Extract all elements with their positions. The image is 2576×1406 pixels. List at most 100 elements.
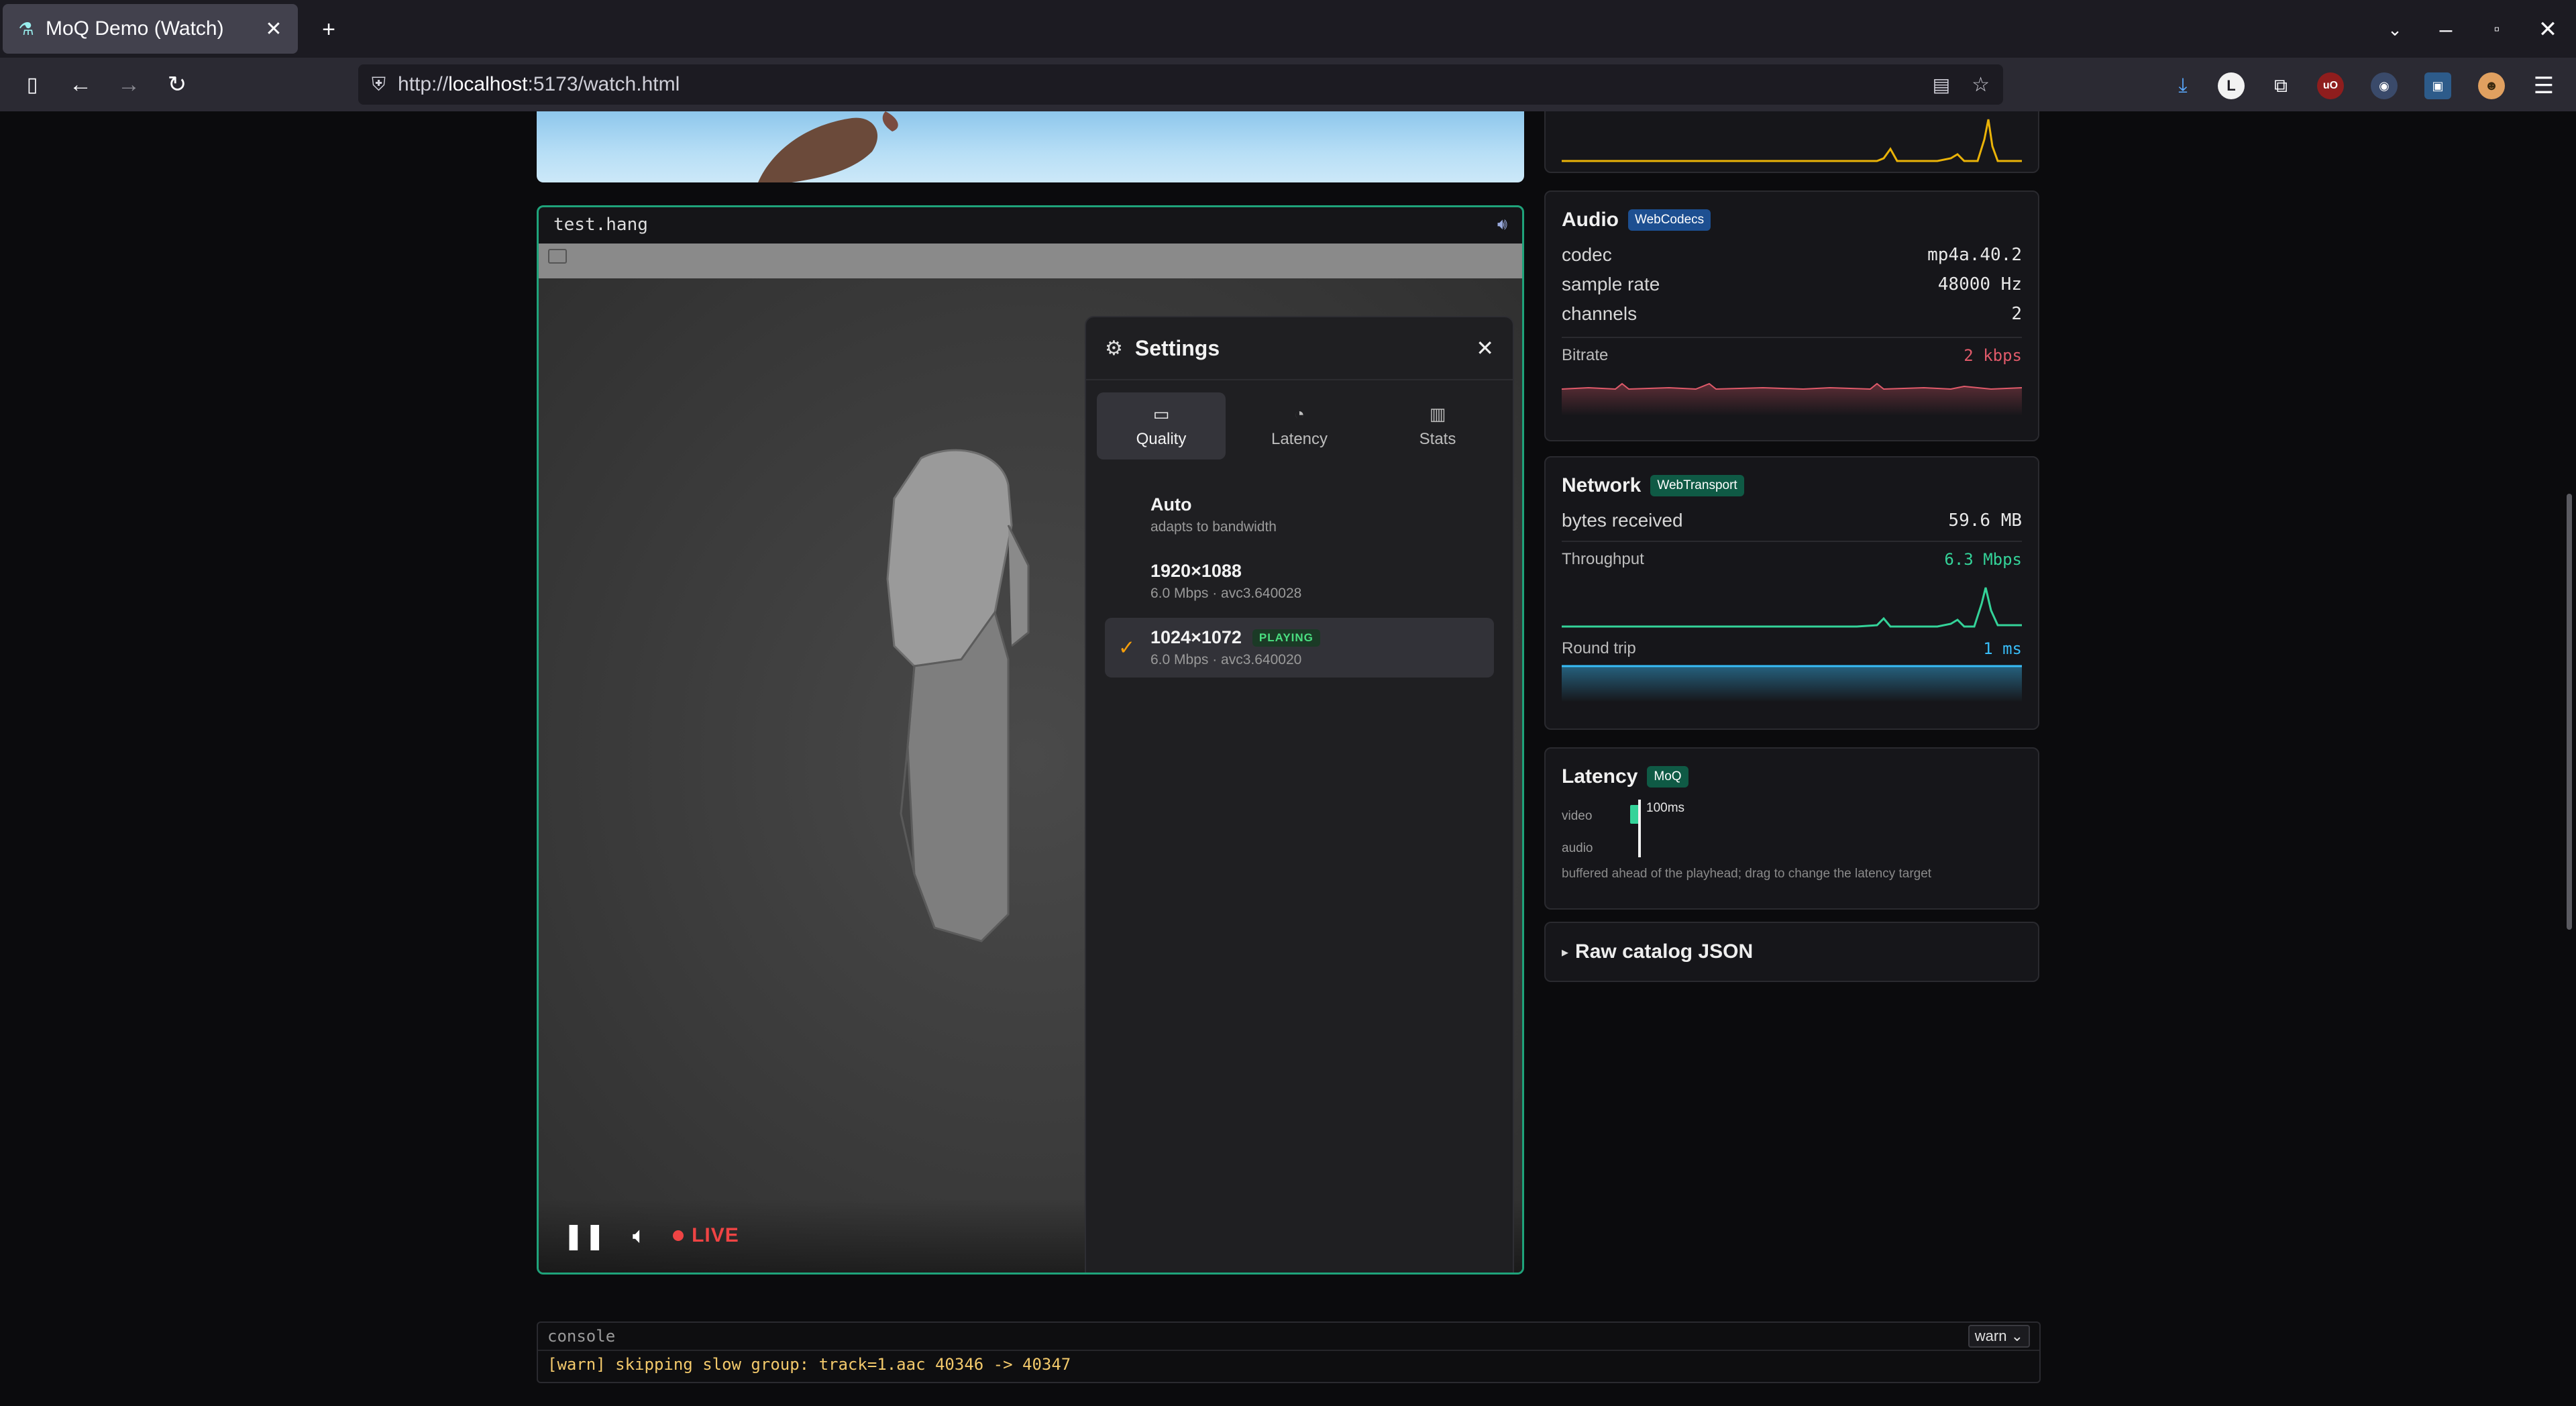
new-tab-icon[interactable]: + <box>314 15 343 44</box>
log-level-select[interactable]: warn ⌄ <box>1968 1325 2030 1348</box>
row-label: codec <box>1562 244 1612 265</box>
track-name: test.hang <box>553 215 648 235</box>
privacy-extension-icon[interactable]: ◉ <box>2371 72 2398 99</box>
minimize-window-icon[interactable]: – <box>2431 15 2461 44</box>
chevron-down-icon: ⌄ <box>2010 1328 2023 1344</box>
audio-bitrate-graph <box>1561 382 2023 416</box>
avatar-extension-icon[interactable]: ☻ <box>2478 72 2505 99</box>
tab-quality-label: Quality <box>1136 429 1187 448</box>
raw-catalog-toggle[interactable]: ▸ Raw catalog JSON <box>1544 922 2039 982</box>
audio-buffer-label: audio <box>1562 841 1593 855</box>
sidebar-toggle-icon[interactable]: ▯ <box>17 70 47 99</box>
row-label: channels <box>1562 303 1638 324</box>
settings-panel: ⚙ Settings ✕ ▭ Quality ◔ Latency ▥ Stats… <box>1085 316 1514 1273</box>
url-path: :5173/watch.html <box>527 73 680 95</box>
live-dot-icon <box>673 1230 684 1241</box>
live-indicator: LIVE <box>673 1224 739 1247</box>
extensions-puzzle-icon[interactable]: ⧉ <box>2266 71 2296 101</box>
latency-buffer-view[interactable]: video audio 100ms <box>1562 797 2022 864</box>
tab-latency-label: Latency <box>1271 429 1328 448</box>
pause-icon[interactable]: ❚❚ <box>563 1221 606 1251</box>
quality-option-label: 1024×1072 <box>1150 627 1242 647</box>
window-thumbnail-icon <box>548 249 567 264</box>
row-label: Round trip <box>1562 639 1636 657</box>
audio-rate-row: sample rate 48000 Hz <box>1562 270 2022 299</box>
close-settings-icon[interactable]: ✕ <box>1476 335 1494 361</box>
video-player[interactable]: test.hang 🔊︎ ❚❚ 🔈︎ LIVE ⚙ Settings ✕ ▭ Q… <box>537 205 1524 1275</box>
audio-bitrate-row: Bitrate 2 kbps <box>1562 342 2022 369</box>
quality-option-auto[interactable]: Auto adapts to bandwidth <box>1105 485 1494 545</box>
bytes-received-row: bytes received 59.6 MB <box>1562 506 2022 535</box>
latency-hint: buffered ahead of the playhead; drag to … <box>1562 867 1932 881</box>
console-panel: console warn ⌄ [warn] skipping slow grou… <box>537 1321 2041 1383</box>
row-value: 2 kbps <box>1964 346 2022 365</box>
bar-chart-icon: ▥ <box>1429 403 1446 424</box>
round-trip-row: Round trip 1 ms <box>1562 635 2022 662</box>
latency-card: Latency MoQ video audio 100ms buffered a… <box>1544 747 2039 910</box>
latency-tag: MoQ <box>1647 766 1688 788</box>
quality-option-sub: 6.0 Mbps · avc3.640020 <box>1150 652 1302 667</box>
downloads-icon[interactable]: ⤓ <box>2168 71 2198 101</box>
ublock-extension-icon[interactable]: uO <box>2317 72 2344 99</box>
throughput-row: Throughput 6.3 Mbps <box>1562 546 2022 573</box>
site-security-shield-icon[interactable]: ⛨ <box>372 74 386 96</box>
video-bitrate-graph <box>1562 119 2022 162</box>
latency-target-label: 100ms <box>1646 801 1685 815</box>
volume-indicator-icon: 🔊︎ <box>1497 215 1507 233</box>
checkmark-icon: ✓ <box>1118 637 1136 659</box>
forward-arrow-icon[interactable]: → <box>114 70 144 99</box>
browser-tab[interactable]: ⚗ MoQ Demo (Watch) ✕ <box>3 4 298 54</box>
video-stats-card <box>1544 111 2039 173</box>
tab-quality[interactable]: ▭ Quality <box>1097 392 1226 459</box>
url-bar[interactable]: ⛨ http://localhost:5173/watch.html ▤ ☆ <box>358 64 2003 105</box>
app-menu-icon[interactable]: ☰ <box>2529 71 2559 101</box>
tab-latency[interactable]: ◔ Latency <box>1235 392 1364 459</box>
raw-catalog-label: Raw catalog JSON <box>1575 940 1754 963</box>
back-arrow-icon[interactable]: ← <box>66 70 95 99</box>
row-label: sample rate <box>1562 274 1660 294</box>
network-card: Network WebTransport bytes received 59.6 … <box>1544 456 2039 730</box>
grey-3d-model <box>886 449 1030 942</box>
row-value: 48000 Hz <box>1937 274 2022 294</box>
profile-extension-icon[interactable]: L <box>2218 72 2245 99</box>
console-label: console <box>547 1327 616 1346</box>
throughput-graph <box>1562 587 2022 628</box>
row-value: mp4a.40.2 <box>1927 245 2022 265</box>
page-scrollbar[interactable] <box>2567 494 2572 930</box>
player-header: test.hang 🔊︎ <box>539 207 1522 242</box>
quality-option-1920[interactable]: 1920×1088 6.0 Mbps · avc3.640028 <box>1105 551 1494 611</box>
playing-badge: PLAYING <box>1252 629 1320 647</box>
list-tabs-chevron-icon[interactable]: ⌄ <box>2380 15 2410 44</box>
settings-tabs: ▭ Quality ◔ Latency ▥ Stats <box>1086 380 1513 472</box>
reader-view-icon[interactable]: ▤ <box>1933 74 1950 96</box>
moq-favicon-icon: ⚗ <box>18 18 34 39</box>
quality-option-sub: adapts to bandwidth <box>1150 519 1277 535</box>
tab-stats[interactable]: ▥ Stats <box>1373 392 1502 459</box>
audio-tag: WebCodecs <box>1627 209 1711 231</box>
image-extension-icon[interactable]: ▣ <box>2424 72 2451 99</box>
bookmark-star-icon[interactable]: ☆ <box>1972 73 1990 97</box>
audio-codec-row: codec mp4a.40.2 <box>1562 240 2022 270</box>
maximize-window-icon[interactable]: ▫ <box>2482 15 2512 44</box>
url-host: localhost <box>448 73 528 95</box>
console-log-line: [warn] skipping slow group: track=1.aac … <box>547 1355 1071 1374</box>
live-label: LIVE <box>692 1224 739 1246</box>
quality-option-1024[interactable]: ✓ 1024×1072 PLAYING 6.0 Mbps · avc3.6400… <box>1105 618 1494 678</box>
reload-icon[interactable]: ↻ <box>162 70 192 99</box>
sliders-icon: ⚙ <box>1105 337 1123 360</box>
top-video-frame <box>537 111 1524 182</box>
quality-option-sub: 6.0 Mbps · avc3.640028 <box>1150 586 1302 601</box>
volume-icon[interactable]: 🔈︎ <box>633 1223 646 1249</box>
row-value: 2 <box>2011 304 2022 324</box>
browser-tab-bar: ⚗ MoQ Demo (Watch) ✕ + ⌄ – ▫ ✕ <box>0 0 2576 58</box>
close-tab-icon[interactable]: ✕ <box>262 17 286 41</box>
latency-target-handle[interactable] <box>1638 800 1641 857</box>
row-label: Bitrate <box>1562 346 1609 364</box>
settings-header: ⚙ Settings ✕ <box>1086 317 1513 380</box>
video-canvas[interactable]: ❚❚ 🔈︎ LIVE ⚙ Settings ✕ ▭ Quality ◔ Late… <box>539 244 1522 1273</box>
row-value: 6.3 Mbps <box>1944 550 2022 569</box>
close-window-icon[interactable]: ✕ <box>2533 15 2563 44</box>
video-buffer-label: video <box>1562 809 1593 823</box>
video-camera-icon: ▭ <box>1152 403 1170 424</box>
tab-title: MoQ Demo (Watch) <box>46 17 224 40</box>
